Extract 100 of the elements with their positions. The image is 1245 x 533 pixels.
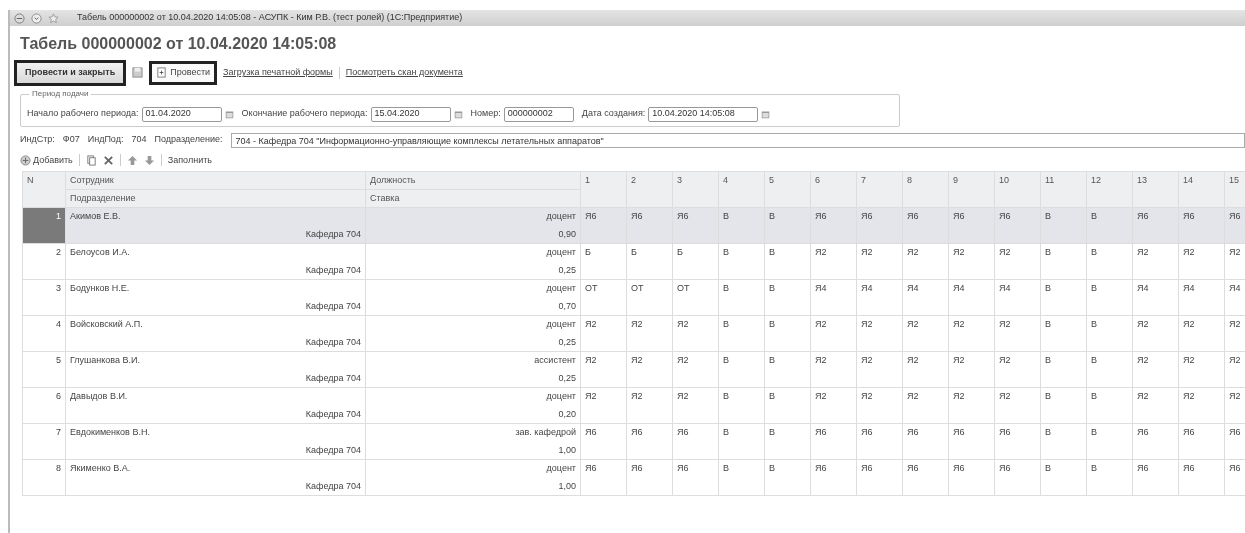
table-cell: Я2 bbox=[994, 351, 1041, 388]
table-cell: Я2 bbox=[1178, 243, 1225, 280]
column-header: 6 bbox=[810, 171, 857, 208]
calendar-icon[interactable] bbox=[224, 109, 234, 119]
table-cell: Я4 bbox=[902, 279, 949, 316]
column-header: 12 bbox=[1086, 171, 1133, 208]
table-cell: ОТ bbox=[580, 279, 627, 316]
column-header: 7 bbox=[856, 171, 903, 208]
table-cell: В bbox=[1040, 423, 1087, 460]
move-down-icon[interactable] bbox=[143, 154, 155, 166]
table-cell: Я6 bbox=[856, 423, 903, 460]
table-cell: Я2 bbox=[672, 351, 719, 388]
app-icon[interactable] bbox=[14, 12, 25, 24]
row-number: 3 bbox=[22, 279, 66, 316]
window-title: Табель 000000002 от 10.04.2020 14:05:08 - АСУПК - Ким Р.В. (тест ролей) (1С:Предприятие) bbox=[77, 11, 463, 25]
copy-icon[interactable] bbox=[85, 154, 97, 166]
date-field[interactable]: 01.04.2020 bbox=[141, 106, 222, 122]
table-cell: В bbox=[1040, 243, 1087, 280]
table-cell: Я6 bbox=[1132, 459, 1179, 496]
row-number: 5 bbox=[22, 351, 66, 388]
table-cell: В bbox=[1086, 423, 1133, 460]
column-header: 8 bbox=[902, 171, 949, 208]
table-cell: Я6 bbox=[810, 423, 857, 460]
table-cell: Я6 bbox=[948, 423, 995, 460]
table-cell: Я2 bbox=[948, 351, 995, 388]
table-cell: Я4 bbox=[1178, 279, 1225, 316]
calendar-icon[interactable] bbox=[761, 109, 771, 119]
table-cell: Я6 bbox=[626, 207, 673, 244]
table-cell: Я2 bbox=[902, 315, 949, 352]
info-value: 704 bbox=[131, 133, 147, 147]
print-form-link[interactable]: Посмотреть скан документа bbox=[345, 66, 463, 80]
column-header: 4 bbox=[718, 171, 765, 208]
column-header: 3 bbox=[672, 171, 719, 208]
table-cell: Я2 bbox=[672, 387, 719, 424]
table-cell: Кафедра 704 bbox=[65, 297, 366, 316]
table-cell: Я6 bbox=[948, 207, 995, 244]
field-label: Начало рабочего периода: bbox=[27, 107, 139, 121]
fill-button[interactable]: Заполнить bbox=[167, 153, 212, 167]
table-cell: ОТ bbox=[672, 279, 719, 316]
column-header: Должность bbox=[365, 171, 581, 190]
table-cell: Я2 bbox=[948, 315, 995, 352]
save-icon[interactable] bbox=[132, 67, 144, 79]
table-cell: В bbox=[718, 243, 765, 280]
calendar-icon[interactable] bbox=[453, 109, 463, 119]
table-cell: ОТ bbox=[626, 279, 673, 316]
move-up-icon[interactable] bbox=[126, 154, 138, 166]
table-cell: Я2 bbox=[626, 351, 673, 388]
table-cell: Кафедра 704 bbox=[65, 441, 366, 460]
table-cell: Я6 bbox=[810, 207, 857, 244]
column-header: 9 bbox=[948, 171, 995, 208]
table-cell: Я6 bbox=[672, 423, 719, 460]
table-cell: Я6 bbox=[1132, 423, 1179, 460]
table-cell: Я2 bbox=[902, 243, 949, 280]
table-cell: Б bbox=[626, 243, 673, 280]
navigation-icon[interactable] bbox=[31, 12, 42, 24]
table-cell: Я6 bbox=[994, 459, 1041, 496]
date-field[interactable]: 15.04.2020 bbox=[370, 106, 451, 122]
table-cell: Я6 bbox=[626, 459, 673, 496]
table-cell: В bbox=[718, 351, 765, 388]
print-form-link[interactable]: Загрузка печатной формы bbox=[223, 66, 333, 80]
column-header: 15 bbox=[1224, 171, 1245, 208]
add-button[interactable]: Добавить bbox=[20, 153, 73, 167]
row-number: 2 bbox=[22, 243, 66, 280]
post-and-close-button[interactable]: Провести и закрыть bbox=[14, 60, 127, 86]
table-cell: Я2 bbox=[902, 351, 949, 388]
number-field[interactable]: 000000002 bbox=[503, 106, 574, 122]
table-cell: В bbox=[764, 423, 811, 460]
table-cell: Я2 bbox=[626, 315, 673, 352]
table-cell: В bbox=[1040, 279, 1087, 316]
department-field[interactable]: 704 - Кафедра 704 "Информационно-управляющие комплексы летательных аппаратов" bbox=[230, 132, 1245, 148]
table-cell: Я6 bbox=[856, 207, 903, 244]
table-cell: Я4 bbox=[1132, 279, 1179, 316]
table-cell: Я2 bbox=[856, 351, 903, 388]
table-cell: Я6 bbox=[902, 207, 949, 244]
table-cell: Я2 bbox=[1178, 387, 1225, 424]
post-button[interactable]: Провести bbox=[149, 61, 218, 85]
delete-icon[interactable] bbox=[102, 154, 114, 166]
table-cell: Я6 bbox=[856, 459, 903, 496]
column-header: N bbox=[22, 171, 66, 208]
table-cell: В bbox=[764, 351, 811, 388]
table-cell: Я2 bbox=[994, 315, 1041, 352]
field-label: Номер: bbox=[470, 107, 501, 121]
table-cell: В bbox=[1040, 387, 1087, 424]
table-cell: Кафедра 704 bbox=[65, 369, 366, 388]
table-cell: Я6 bbox=[948, 459, 995, 496]
table-cell: Я6 bbox=[580, 423, 627, 460]
column-header: Сотрудник bbox=[65, 171, 366, 190]
table-cell: Я4 bbox=[994, 279, 1041, 316]
table-cell: Я2 bbox=[1132, 243, 1179, 280]
table-cell: Я4 bbox=[810, 279, 857, 316]
table-cell: Я2 bbox=[626, 387, 673, 424]
date-field[interactable]: 10.04.2020 14:05:08 bbox=[648, 106, 759, 122]
star-icon[interactable] bbox=[48, 12, 59, 24]
column-header: 14 bbox=[1178, 171, 1225, 208]
table-cell: Я2 bbox=[1178, 351, 1225, 388]
table-cell: Я2 bbox=[902, 387, 949, 424]
info-label: ИндСтр: bbox=[20, 133, 55, 147]
table-cell: Я2 bbox=[810, 351, 857, 388]
row-number: 6 bbox=[22, 387, 66, 424]
table-cell: В bbox=[1086, 279, 1133, 316]
